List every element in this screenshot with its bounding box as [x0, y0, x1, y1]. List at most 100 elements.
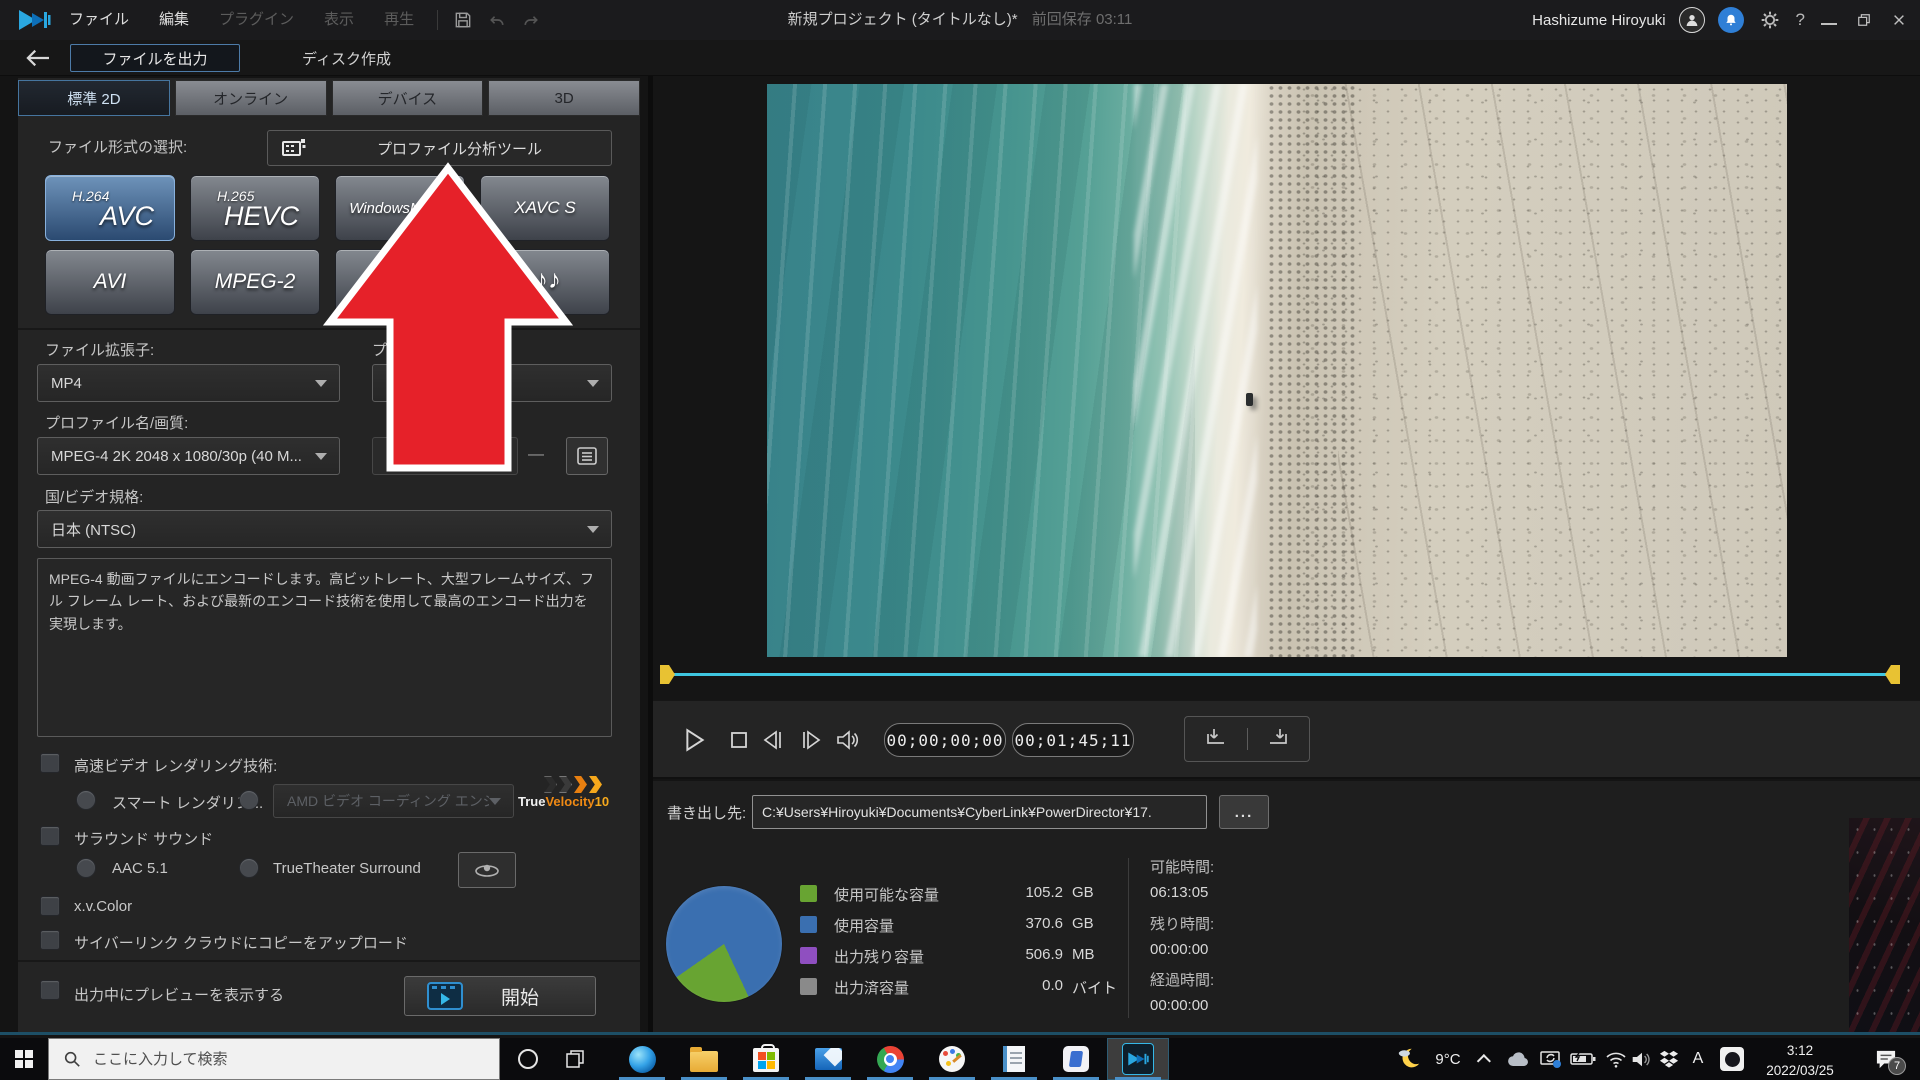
close-button[interactable] — [1888, 9, 1910, 31]
menu-file[interactable]: ファイル — [54, 0, 144, 40]
cloud-upload-label: サイバーリンク クラウドにコピーをアップロード — [74, 932, 408, 953]
preview-during-output-checkbox[interactable] — [40, 980, 60, 1000]
battery-tray-icon[interactable] — [1566, 1038, 1600, 1080]
taskbar-app-chrome[interactable] — [859, 1038, 921, 1080]
restore-button[interactable] — [1853, 9, 1875, 31]
tray-app-button[interactable] — [1714, 1038, 1750, 1080]
trim-range-line[interactable] — [674, 673, 1886, 676]
destination-path-field[interactable]: C:¥Users¥Hiroyuki¥Documents¥CyberLink¥Po… — [752, 795, 1207, 829]
taskbar-app-mail[interactable] — [797, 1038, 859, 1080]
smart-render-radio[interactable] — [76, 790, 96, 810]
weather-button[interactable] — [1390, 1038, 1428, 1080]
tray-overflow-button[interactable] — [1472, 1038, 1500, 1080]
mark-in-button[interactable] — [1204, 726, 1228, 753]
previous-frame-button[interactable] — [756, 724, 790, 756]
browse-button[interactable]: ... — [1219, 795, 1269, 829]
task-view-button[interactable] — [552, 1038, 598, 1080]
settings-button[interactable] — [1757, 0, 1783, 40]
volume-button[interactable] — [832, 724, 866, 756]
weather-temperature[interactable]: 9°C — [1428, 1038, 1468, 1080]
clock-date: 2022/03/25 — [1756, 1061, 1844, 1080]
format-windowsmedia-button[interactable]: WindowsMedia — [335, 175, 465, 241]
person-on-beach — [1246, 393, 1253, 406]
start-button[interactable] — [0, 1038, 48, 1080]
taskbar-app-powerdvd[interactable] — [1045, 1038, 1107, 1080]
profile-name-dropdown[interactable]: MPEG-4 2K 2048 x 1080/30p (40 M... — [37, 437, 340, 475]
menu-plugins[interactable]: プラグイン — [204, 0, 309, 40]
dropbox-icon — [1659, 1050, 1679, 1069]
hardware-encoder-dropdown[interactable]: AMD ビデオ コーディング エンジン — [273, 784, 514, 818]
search-input[interactable] — [93, 1051, 473, 1068]
legend-color-used — [800, 916, 817, 933]
country-standard-dropdown[interactable]: 日本 (NTSC) — [37, 510, 612, 548]
format-mpeg2-label: MPEG-2 — [191, 250, 319, 314]
start-export-button[interactable]: 開始 — [404, 976, 596, 1016]
create-disc-tab[interactable]: ディスク作成 — [302, 48, 391, 69]
action-center-button[interactable]: 7 — [1862, 1038, 1910, 1080]
titlebar-right: Hashizume Hiroyuki — [1532, 0, 1910, 40]
tab-online[interactable]: オンライン — [175, 80, 327, 116]
format-h265-hevc-button[interactable]: H.265 HEVC — [190, 175, 320, 241]
format-h264-avc-button[interactable]: H.264 AVC — [45, 175, 175, 241]
surround-sound-checkbox[interactable] — [40, 826, 60, 846]
onedrive-tray-icon[interactable] — [1502, 1038, 1534, 1080]
profile-type-dropdown[interactable]: テ — [372, 364, 612, 402]
tab-3d[interactable]: 3D — [488, 80, 640, 116]
menu-view[interactable]: 表示 — [309, 0, 369, 40]
undo-button[interactable] — [480, 0, 514, 40]
menu-edit[interactable]: 編集 — [144, 0, 204, 40]
taskbar-app-explorer[interactable] — [673, 1038, 735, 1080]
back-button[interactable] — [20, 45, 56, 71]
truetheater-radio[interactable] — [239, 858, 259, 878]
taskbar-app-notepad[interactable] — [983, 1038, 1045, 1080]
mail-icon — [815, 1048, 842, 1070]
ime-mode-button[interactable]: A — [1684, 1038, 1712, 1080]
notifications-button[interactable] — [1718, 7, 1744, 33]
profile-type-label: プロ — [372, 339, 402, 360]
menu-play[interactable]: 再生 — [369, 0, 429, 40]
save-button[interactable] — [446, 0, 480, 40]
tab-standard-2d[interactable]: 標準 2D — [18, 80, 170, 116]
legend-label: 出力済容量 — [834, 977, 909, 998]
dropbox-t­ray-icon[interactable] — [1654, 1038, 1684, 1080]
trim-start-handle[interactable] — [660, 665, 675, 684]
fast-render-checkbox[interactable] — [40, 753, 60, 773]
format-xavcs-button[interactable]: XAVC S — [480, 175, 610, 241]
mark-out-button[interactable] — [1266, 726, 1290, 753]
file-extension-dropdown[interactable]: MP4 — [37, 364, 340, 402]
profile-analyzer-button[interactable]: プロファイル分析ツール — [267, 130, 612, 166]
taskbar-app-edge[interactable] — [611, 1038, 673, 1080]
windows-taskbar: 9°C — [0, 1038, 1920, 1080]
hardware-encoder-radio[interactable] — [239, 790, 259, 810]
cloud-upload-checkbox[interactable] — [40, 930, 60, 950]
truetheater-settings-button[interactable] — [458, 852, 516, 888]
format-audio-button[interactable]: ♪♪ — [335, 249, 610, 315]
user-avatar[interactable] — [1679, 7, 1705, 33]
format-mpeg2-button[interactable]: MPEG-2 — [190, 249, 320, 315]
profile-extra-field[interactable] — [372, 437, 518, 475]
tab-device[interactable]: デバイス — [332, 80, 484, 116]
taskbar-search[interactable] — [48, 1038, 500, 1080]
profile-details-button[interactable] — [566, 437, 608, 475]
format-avi-button[interactable]: AVI — [45, 249, 175, 315]
taskbar-app-powerdirector[interactable] — [1107, 1038, 1169, 1080]
redo-button[interactable] — [514, 0, 548, 40]
format-xavcs-label: XAVC S — [481, 176, 609, 240]
taskbar-clock[interactable]: 3:12 2022/03/25 — [1756, 1038, 1844, 1080]
stop-button[interactable] — [722, 724, 756, 756]
minimize-button[interactable] — [1818, 9, 1840, 31]
sync-tray-icon[interactable] — [1534, 1038, 1568, 1080]
help-button[interactable]: ? — [1796, 10, 1805, 30]
taskbar-app-paint[interactable] — [921, 1038, 983, 1080]
aac51-radio[interactable] — [76, 858, 96, 878]
temperature-label: 9°C — [1435, 1051, 1460, 1068]
xvcolor-checkbox[interactable] — [40, 896, 60, 916]
hardware-encoder-value: AMD ビデオ コーディング エンジン — [287, 791, 489, 811]
video-preview-frame[interactable] — [767, 84, 1787, 657]
trim-end-handle[interactable] — [1885, 665, 1900, 684]
produce-file-tab[interactable]: ファイルを出力 — [70, 44, 240, 72]
taskbar-app-store[interactable] — [735, 1038, 797, 1080]
play-button[interactable] — [678, 724, 712, 756]
next-frame-button[interactable] — [794, 724, 828, 756]
cortana-button[interactable] — [508, 1038, 548, 1080]
